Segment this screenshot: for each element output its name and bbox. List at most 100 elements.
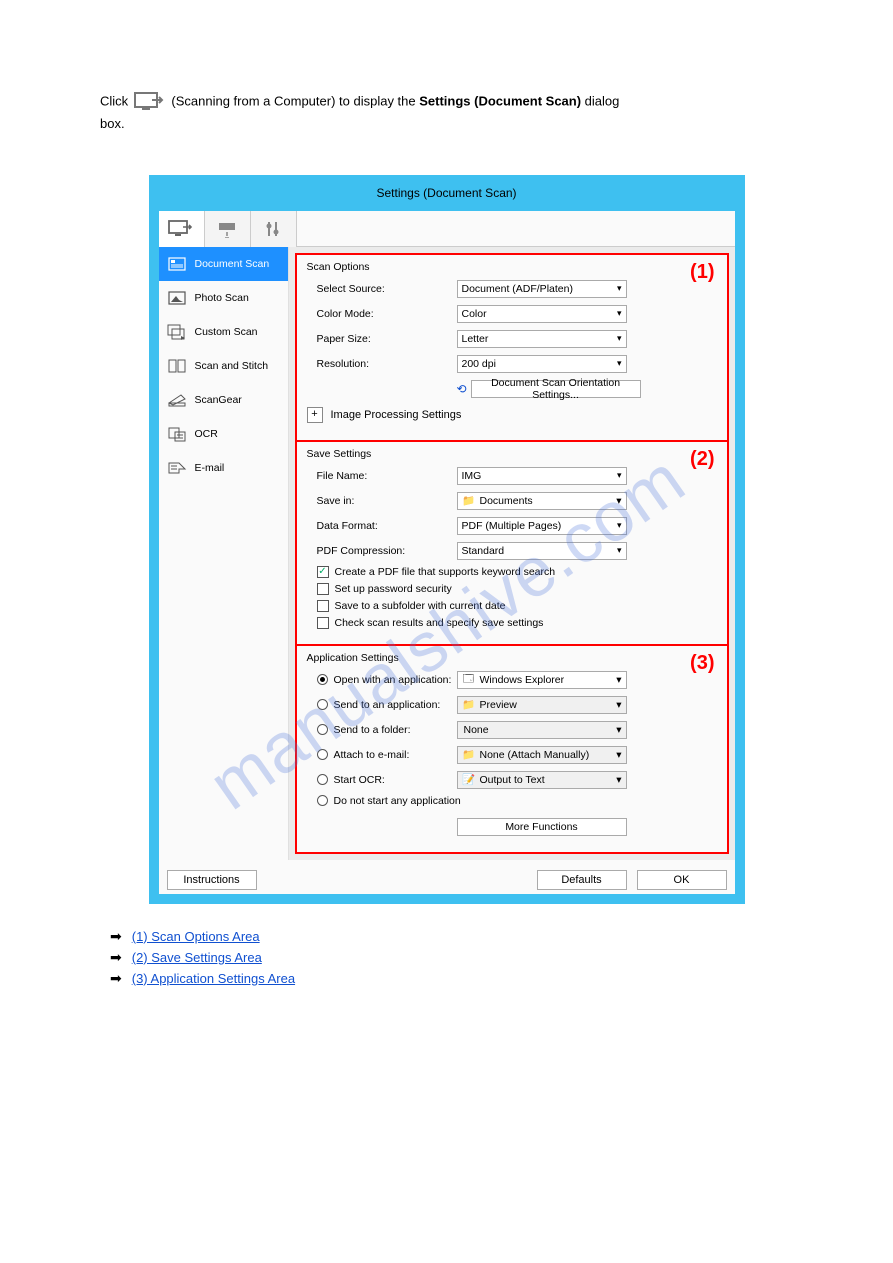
label-send-folder: Send to a folder: [334, 724, 411, 736]
sidebar: Document Scan Photo Scan Custom Scan Sca… [159, 247, 289, 860]
chevron-down-icon: ▾ [616, 495, 621, 507]
sidebar-item-email[interactable]: E-mail [159, 451, 288, 485]
label-open-app: Open with an application: [334, 674, 452, 686]
chevron-down-icon: ▾ [616, 699, 621, 711]
sidebar-label: E-mail [195, 462, 225, 474]
ok-button[interactable]: OK [637, 870, 727, 890]
attach-email-dropdown[interactable]: 📁None (Attach Manually)▾ [457, 746, 627, 764]
save-in-dropdown[interactable]: 📁Documents▾ [457, 492, 627, 510]
preamble-pre: Click [100, 93, 132, 108]
label-color-mode: Color Mode: [307, 308, 457, 320]
orientation-icon: ⟲ [457, 382, 467, 396]
label-pdf-compression: PDF Compression: [307, 545, 457, 557]
send-folder-dropdown[interactable]: None▾ [457, 721, 627, 739]
paper-size-dropdown[interactable]: Letter▾ [457, 330, 627, 348]
label-attach-email: Attach to e-mail: [334, 749, 410, 761]
label-check-results: Check scan results and specify save sett… [335, 617, 544, 629]
label-paper-size: Paper Size: [307, 333, 457, 345]
preamble-tab: (Scanning from a Computer) to display th… [171, 93, 419, 108]
expand-button[interactable]: + [307, 407, 323, 423]
tab-scan-from-panel[interactable] [205, 211, 251, 247]
folder-icon: 📁 [462, 495, 476, 507]
main-area: Document Scan Photo Scan Custom Scan Sca… [159, 247, 735, 860]
label-subfolder: Save to a subfolder with current date [335, 600, 506, 612]
checkbox-keyword-search[interactable]: ✓ [317, 566, 329, 578]
instructions-button[interactable]: Instructions [167, 870, 257, 890]
pdf-compression-dropdown[interactable]: Standard▾ [457, 542, 627, 560]
sidebar-item-scan-stitch[interactable]: Scan and Stitch [159, 349, 288, 383]
page-container: Click (Scanning from a Computer) to disp… [0, 0, 893, 1051]
label-keyword-search: Create a PDF file that supports keyword … [335, 566, 556, 578]
content-panel: (1) Scan Options Select Source: Document… [289, 247, 735, 860]
data-format-dropdown[interactable]: PDF (Multiple Pages)▾ [457, 517, 627, 535]
label-file-name: File Name: [307, 470, 457, 482]
chevron-down-icon: ▾ [617, 333, 622, 344]
checkbox-password[interactable] [317, 583, 329, 595]
text-icon: 📝 [462, 774, 476, 786]
sidebar-label: ScanGear [195, 394, 242, 406]
link-scan-options[interactable]: (1) Scan Options Area [132, 929, 260, 944]
chevron-down-icon: ▾ [617, 520, 622, 531]
chevron-down-icon: ▾ [616, 674, 621, 686]
window-title: Settings (Document Scan) [376, 185, 516, 201]
tab-scan-from-computer[interactable] [159, 211, 205, 247]
checkbox-check-results[interactable] [317, 617, 329, 629]
arrow-icon: ➡ [110, 928, 122, 945]
select-source-dropdown[interactable]: Document (ADF/Platen)▾ [457, 280, 627, 298]
radio-do-not-start[interactable] [317, 795, 328, 806]
sidebar-item-document-scan[interactable]: Document Scan [159, 247, 288, 281]
radio-send-folder[interactable] [317, 724, 328, 735]
chevron-down-icon: ▾ [616, 749, 621, 761]
chevron-down-icon: ▾ [617, 545, 622, 556]
chevron-down-icon: ▾ [616, 774, 621, 786]
radio-start-ocr[interactable] [317, 774, 328, 785]
chevron-down-icon: ▾ [616, 724, 621, 736]
sidebar-label: Photo Scan [195, 292, 249, 304]
label-data-format: Data Format: [307, 520, 457, 532]
folder-icon: 📁 [462, 749, 476, 761]
section-scan-options: (1) Scan Options Select Source: Document… [295, 253, 729, 442]
sidebar-item-custom-scan[interactable]: Custom Scan [159, 315, 288, 349]
sidebar-item-scangear[interactable]: ScanGear [159, 383, 288, 417]
ocr-icon [167, 426, 187, 442]
app-icon: 🗔 [462, 674, 476, 686]
preamble-text: Click (Scanning from a Computer) to disp… [100, 90, 793, 135]
sidebar-item-ocr[interactable]: OCR [159, 417, 288, 451]
resolution-dropdown[interactable]: 200 dpi▾ [457, 355, 627, 373]
label-image-processing: Image Processing Settings [331, 409, 462, 421]
tab-general-settings[interactable] [251, 211, 297, 247]
send-app-dropdown[interactable]: 📁Preview▾ [457, 696, 627, 714]
label-save-in: Save in: [307, 495, 457, 507]
orientation-settings-button[interactable]: Document Scan Orientation Settings... [471, 380, 641, 398]
sidebar-item-photo-scan[interactable]: Photo Scan [159, 281, 288, 315]
section-number-2: (2) [690, 448, 714, 471]
radio-send-app[interactable] [317, 699, 328, 710]
label-password: Set up password security [335, 583, 452, 595]
email-icon [167, 460, 187, 476]
link-save-settings[interactable]: (2) Save Settings Area [132, 950, 262, 965]
chevron-down-icon: ▾ [617, 358, 622, 369]
radio-open-app[interactable] [317, 674, 328, 685]
section-app-settings: (3) Application Settings Open with an ap… [295, 646, 729, 854]
filename-input[interactable]: IMG▾ [457, 467, 627, 485]
start-ocr-dropdown[interactable]: 📝Output to Text▾ [457, 771, 627, 789]
link-app-settings[interactable]: (3) Application Settings Area [132, 971, 295, 986]
defaults-button[interactable]: Defaults [537, 870, 627, 890]
section-title-scan: Scan Options [307, 261, 717, 273]
preamble-end: dialog [585, 93, 620, 108]
section-title-app: Application Settings [307, 652, 717, 664]
section-title-save: Save Settings [307, 448, 717, 460]
chevron-down-icon: ▾ [617, 283, 622, 294]
preamble-line2: box. [100, 116, 125, 131]
color-mode-dropdown[interactable]: Color▾ [457, 305, 627, 323]
checkbox-subfolder[interactable] [317, 600, 329, 612]
sidebar-label: Document Scan [195, 258, 270, 270]
document-icon [167, 256, 187, 272]
chevron-down-icon: ▾ [617, 470, 622, 481]
section-number-3: (3) [690, 652, 714, 675]
radio-attach-email[interactable] [317, 749, 328, 760]
open-app-dropdown[interactable]: 🗔Windows Explorer▾ [457, 671, 627, 689]
dialog-window: Settings (Document Scan) Document Scan [149, 175, 745, 904]
label-select-source: Select Source: [307, 283, 457, 295]
more-functions-button[interactable]: More Functions [457, 818, 627, 836]
